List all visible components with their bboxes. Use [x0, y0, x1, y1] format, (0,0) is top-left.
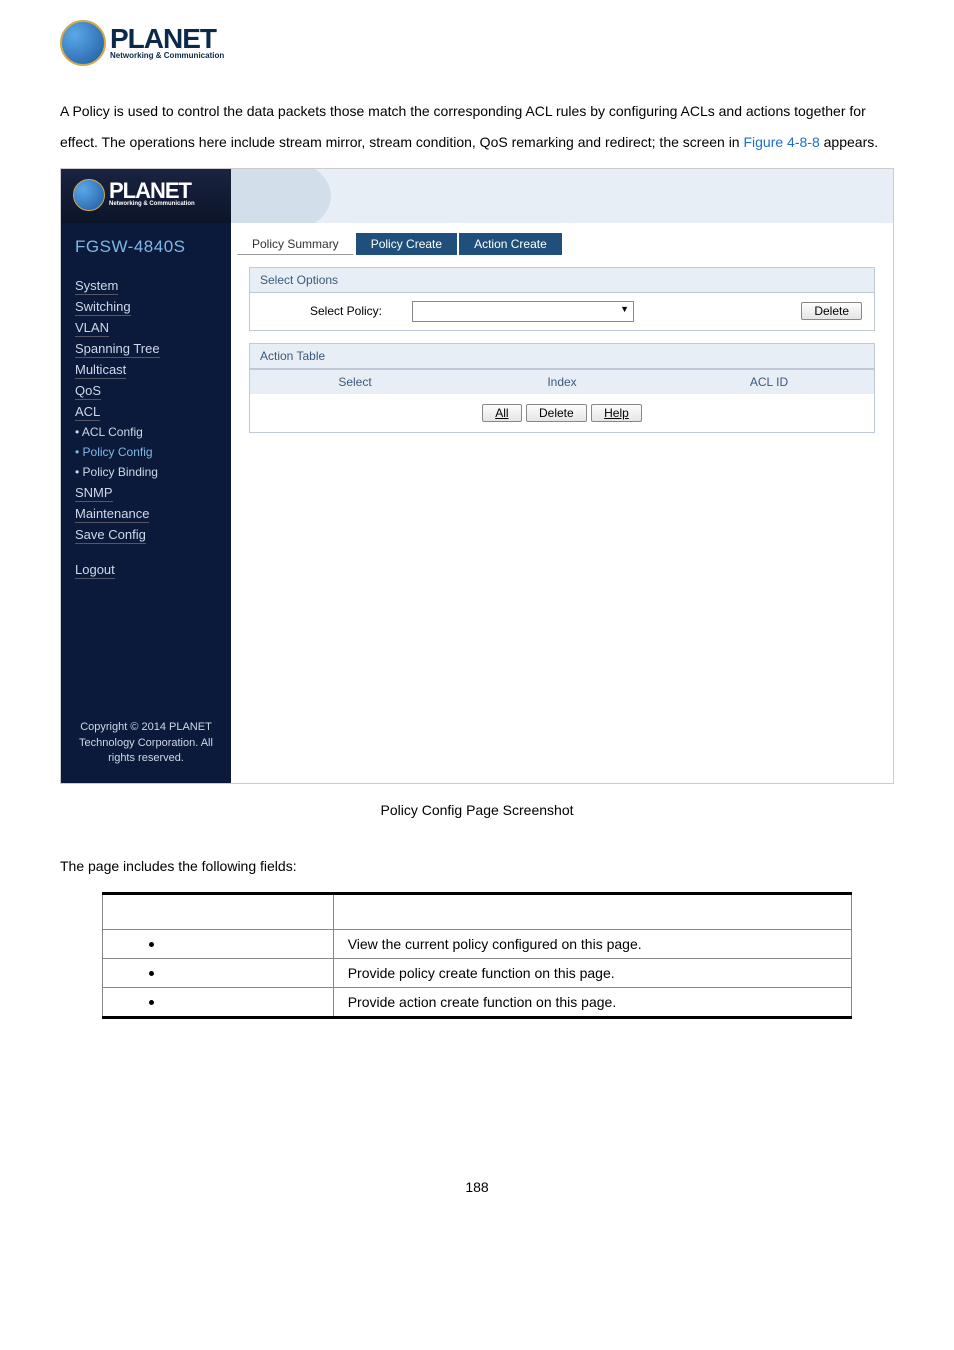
app-sidebar: FGSW-4840S System Switching VLAN Spannin… [61, 223, 231, 783]
screenshot-caption: Policy Config Page Screenshot [60, 802, 894, 818]
bullet-icon [149, 971, 154, 976]
row-desc: View the current policy configured on th… [333, 929, 852, 958]
delete-policy-button[interactable]: Delete [801, 302, 862, 320]
row-desc: Provide action create function on this p… [333, 987, 852, 1017]
nav-save-config[interactable]: Save Config [61, 524, 231, 545]
table-row: Provide action create function on this p… [102, 987, 852, 1017]
logo-header: PLANET Networking & Communication [60, 20, 894, 66]
nav-switching[interactable]: Switching [61, 296, 231, 317]
tab-policy-create[interactable]: Policy Create [356, 233, 457, 255]
logo-tagline: Networking & Communication [110, 51, 224, 60]
select-policy-dropdown[interactable] [412, 301, 634, 322]
fields-intro: The page includes the following fields: [60, 858, 894, 874]
figure-link: Figure 4-8-8 [743, 134, 819, 150]
intro-text-2: appears. [820, 134, 878, 150]
th-aclid: ACL ID [664, 370, 874, 394]
nav-maintenance[interactable]: Maintenance [61, 503, 231, 524]
app-main: Policy Summary Policy Create Action Crea… [231, 223, 893, 783]
select-options-title: Select Options [250, 268, 874, 293]
action-buttons: All Delete Help [250, 394, 874, 432]
all-button[interactable]: All [482, 404, 521, 422]
nav-policy-binding[interactable]: • Policy Binding [61, 462, 231, 482]
app-globe-icon [73, 179, 105, 211]
copyright-text: Copyright © 2014 PLANET Technology Corpo… [61, 720, 231, 782]
intro-paragraph: A Policy is used to control the data pac… [60, 96, 894, 158]
page-number: 188 [60, 1179, 894, 1195]
th-select: Select [250, 370, 460, 394]
tab-action-create[interactable]: Action Create [459, 233, 562, 255]
bullet-icon [149, 1000, 154, 1005]
app-header: PLANET Networking & Communication [61, 169, 893, 223]
action-table-title: Action Table [250, 344, 874, 369]
fields-table: View the current policy configured on th… [102, 892, 853, 1019]
nav-acl-config[interactable]: • ACL Config [61, 422, 231, 442]
nav-vlan[interactable]: VLAN [61, 317, 231, 338]
bullet-icon [149, 942, 154, 947]
tabs: Policy Summary Policy Create Action Crea… [231, 223, 893, 255]
row-desc: Provide policy create function on this p… [333, 958, 852, 987]
app-logo-tagline: Networking & Communication [109, 201, 195, 207]
action-table-header: Select Index ACL ID [250, 369, 874, 394]
select-options-panel: Select Options Select Policy: Delete [249, 267, 875, 331]
nav-multicast[interactable]: Multicast [61, 359, 231, 380]
tab-policy-summary[interactable]: Policy Summary [237, 233, 354, 255]
delete-action-button[interactable]: Delete [526, 404, 587, 422]
nav-system[interactable]: System [61, 275, 231, 296]
table-row: View the current policy configured on th… [102, 929, 852, 958]
table-row: Provide policy create function on this p… [102, 958, 852, 987]
app-screenshot: PLANET Networking & Communication FGSW-4… [60, 168, 894, 784]
logo-brand: PLANET [110, 26, 224, 51]
nav-snmp[interactable]: SNMP [61, 482, 231, 503]
app-logo-brand: PLANET [109, 182, 195, 201]
th-index: Index [460, 370, 664, 394]
action-table-panel: Action Table Select Index ACL ID All Del… [249, 343, 875, 433]
nav-logout[interactable]: Logout [61, 559, 231, 580]
help-button[interactable]: Help [591, 404, 642, 422]
nav-policy-config[interactable]: • Policy Config [61, 442, 231, 462]
select-policy-label: Select Policy: [262, 304, 392, 318]
nav-spanning-tree[interactable]: Spanning Tree [61, 338, 231, 359]
nav-acl[interactable]: ACL [61, 401, 231, 422]
globe-icon [60, 20, 106, 66]
device-name: FGSW-4840S [61, 231, 231, 275]
nav-qos[interactable]: QoS [61, 380, 231, 401]
